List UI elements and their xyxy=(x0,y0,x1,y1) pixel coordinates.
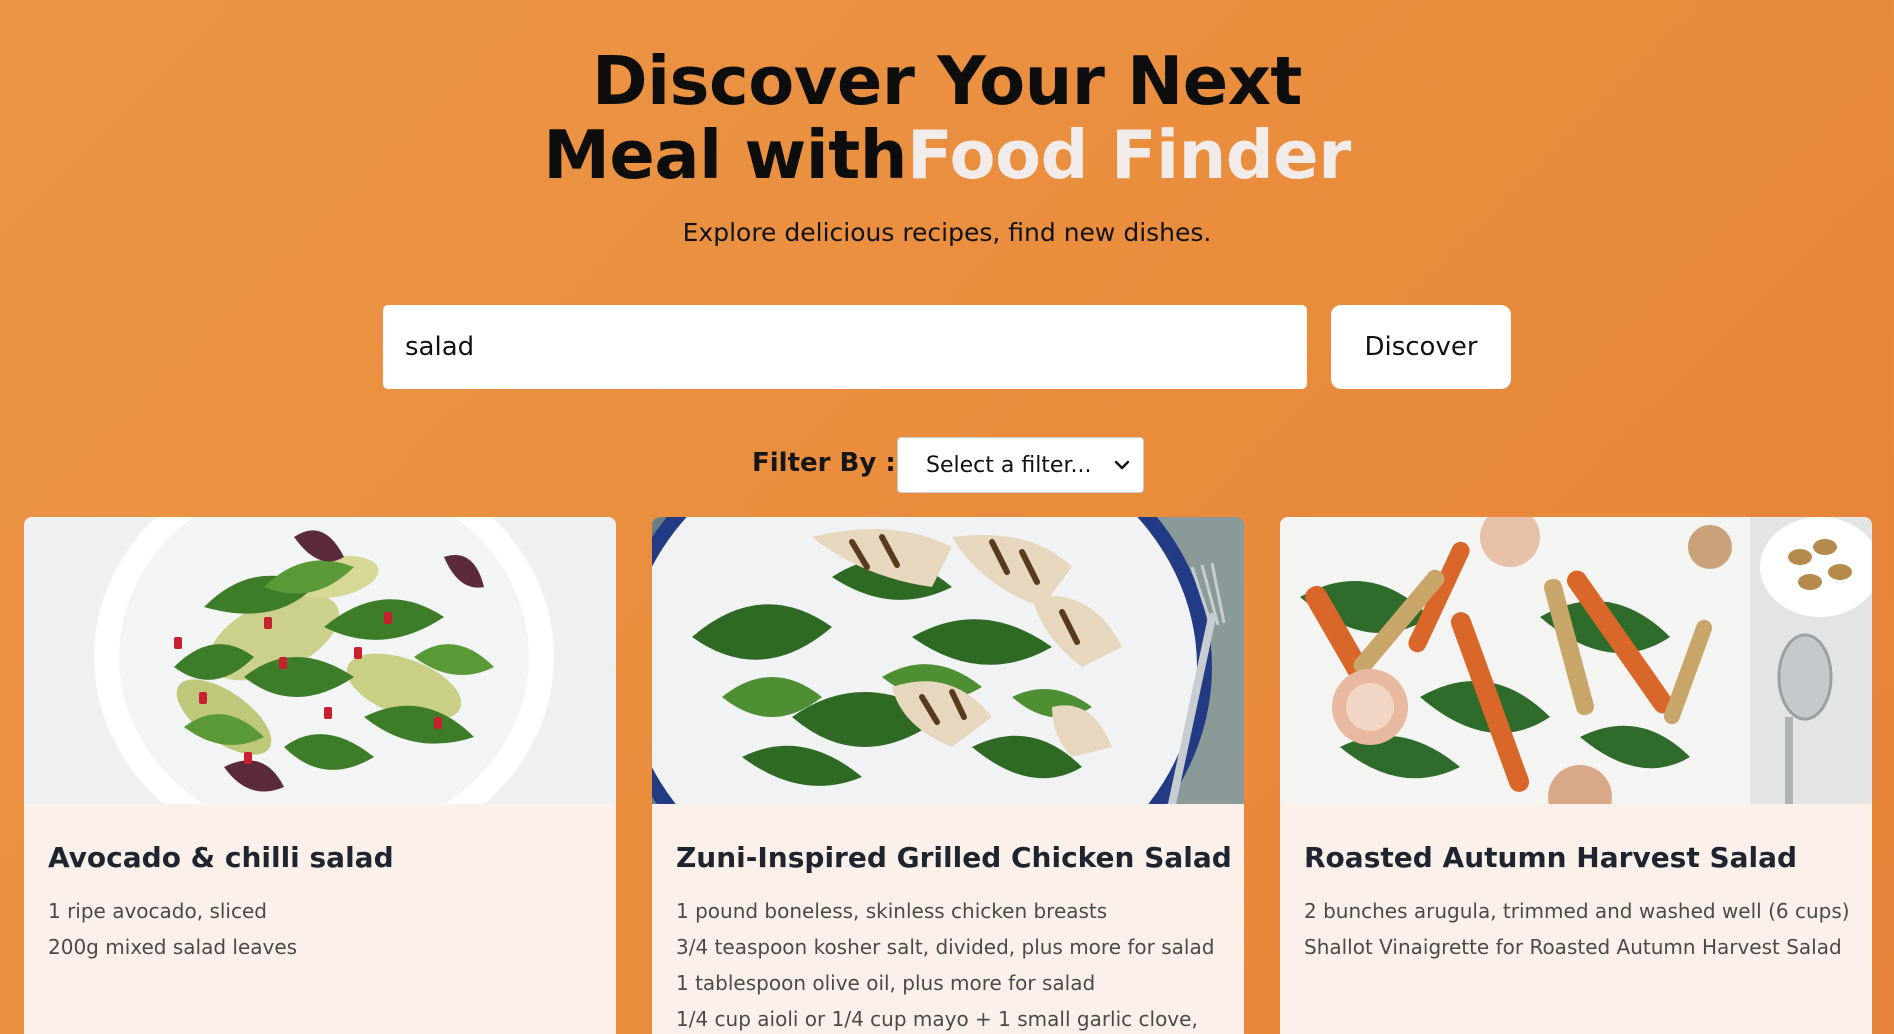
ingredient-item: 2 bunches arugula, trimmed and washed we… xyxy=(1304,899,1850,923)
filter-select[interactable]: Select a filter... xyxy=(897,437,1144,493)
ingredient-item: 1 tablespoon olive oil, plus more for sa… xyxy=(676,971,1096,995)
ingredient-item: Shallot Vinaigrette for Roasted Autumn H… xyxy=(1304,935,1842,959)
chevron-down-icon xyxy=(1114,460,1130,470)
brand-name: Food Finder xyxy=(906,116,1351,194)
search-input[interactable] xyxy=(383,305,1307,389)
recipe-title: Avocado & chilli salad xyxy=(48,841,394,874)
recipe-card[interactable]: Avocado & chilli salad 1 ripe avocado, s… xyxy=(24,517,616,1034)
recipe-image xyxy=(1280,517,1872,804)
ingredient-item: 1/4 cup aioli or 1/4 cup mayo + 1 small … xyxy=(676,1007,1198,1031)
ingredient-list: 1 ripe avocado, sliced 200g mixed salad … xyxy=(48,893,297,965)
ingredient-item: 200g mixed salad leaves xyxy=(48,935,298,959)
title-line-2: Meal withFood Finder xyxy=(0,118,1894,192)
ingredient-item: 1 ripe avocado, sliced xyxy=(48,899,267,923)
title-line-1: Discover Your Next xyxy=(592,42,1302,120)
page-subtitle: Explore delicious recipes, find new dish… xyxy=(682,218,1212,247)
title-prefix: Meal with xyxy=(543,116,907,194)
ingredient-list: 2 bunches arugula, trimmed and washed we… xyxy=(1304,893,1850,965)
recipe-title: Zuni-Inspired Grilled Chicken Salad xyxy=(676,841,1232,874)
page-title: Discover Your Next Meal withFood Finder xyxy=(0,44,1894,192)
ingredient-list: 1 pound boneless, skinless chicken breas… xyxy=(676,893,1214,1034)
recipe-title: Roasted Autumn Harvest Salad xyxy=(1304,841,1798,874)
filter-selected-value: Select a filter... xyxy=(926,452,1092,478)
recipe-image xyxy=(24,517,616,804)
recipe-card[interactable]: Roasted Autumn Harvest Salad 2 bunches a… xyxy=(1280,517,1872,1034)
discover-button[interactable]: Discover xyxy=(1331,305,1511,389)
filter-label: Filter By : xyxy=(752,448,896,478)
recipe-card[interactable]: Zuni-Inspired Grilled Chicken Salad 1 po… xyxy=(652,517,1244,1034)
recipe-image xyxy=(652,517,1244,804)
ingredient-item: 1 pound boneless, skinless chicken breas… xyxy=(676,899,1108,923)
ingredient-item: 3/4 teaspoon kosher salt, divided, plus … xyxy=(676,935,1215,959)
